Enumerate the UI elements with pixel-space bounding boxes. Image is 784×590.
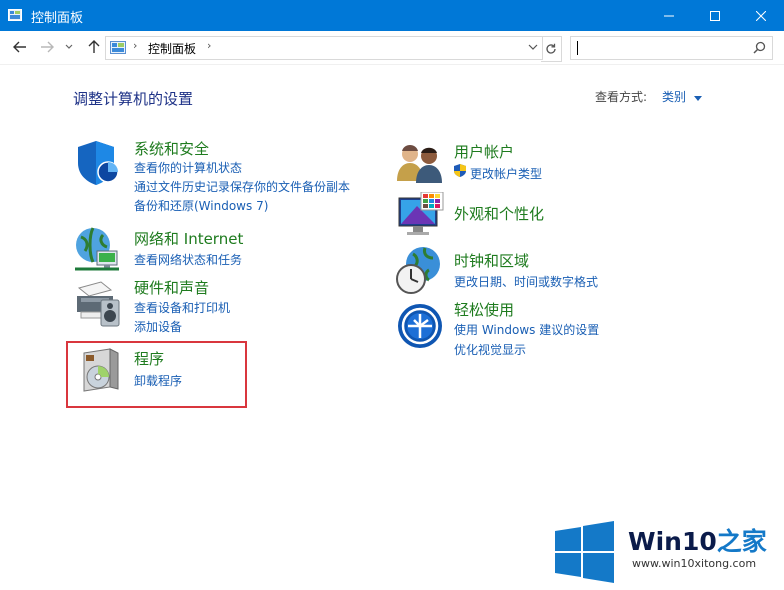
category-appearance-personalization[interactable]: 外观和个性化 — [454, 203, 544, 224]
dropdown-arrow-icon — [693, 96, 702, 101]
uac-shield-icon — [454, 164, 466, 177]
maximize-button[interactable] — [692, 0, 738, 31]
link-devices-printers[interactable]: 查看设备和打印机 — [134, 299, 230, 316]
search-icon — [753, 41, 766, 54]
minimize-icon — [664, 15, 674, 16]
link-add-device[interactable]: 添加设备 — [134, 318, 182, 335]
watermark-brand-suffix: 之家 — [716, 527, 767, 556]
back-button[interactable] — [10, 37, 30, 57]
view-by-dropdown[interactable]: 类别 — [662, 88, 702, 105]
view-by-value: 类别 — [662, 90, 687, 104]
category-system-security[interactable]: 系统和安全 — [134, 138, 209, 159]
watermark-brand: Win10之家 — [628, 522, 767, 558]
watermark-url: www.win10xitong.com — [632, 557, 757, 570]
category-network-internet[interactable]: 网络和 Internet — [134, 228, 243, 249]
users-icon — [397, 145, 442, 183]
link-change-account-type[interactable]: 更改帐户类型 — [470, 165, 542, 182]
view-by-label: 查看方式: — [595, 90, 648, 104]
link-view-computer-status[interactable]: 查看你的计算机状态 — [134, 159, 242, 176]
search-input[interactable] — [570, 36, 773, 60]
chevron-down-icon — [65, 44, 73, 49]
navigation-bar: › 控制面板 › — [0, 31, 784, 65]
link-file-history[interactable]: 通过文件历史记录保存你的文件备份副本 — [134, 178, 350, 195]
link-backup-restore[interactable]: 备份和还原(Windows 7) — [134, 197, 268, 214]
forward-arrow-icon — [41, 41, 54, 53]
close-icon — [756, 10, 766, 21]
printer-speaker-icon — [77, 281, 120, 327]
address-dropdown-icon[interactable] — [526, 39, 540, 55]
control-panel-icon — [8, 9, 22, 21]
address-bar[interactable]: › 控制面板 › — [105, 36, 543, 60]
category-user-accounts[interactable]: 用户帐户 — [454, 141, 514, 162]
back-arrow-icon — [13, 41, 26, 53]
window-title: 控制面板 — [31, 11, 84, 26]
title-bar: 控制面板 — [0, 0, 784, 31]
refresh-button[interactable] — [541, 36, 562, 62]
link-recommended-settings[interactable]: 使用 Windows 建议的设置 — [454, 321, 599, 338]
category-ease-of-access[interactable]: 轻松使用 — [454, 299, 514, 320]
network-globe-icon — [75, 227, 119, 271]
category-clock-region[interactable]: 时钟和区域 — [454, 250, 529, 271]
category-programs[interactable]: 程序 — [134, 348, 164, 369]
breadcrumb-separator[interactable]: › — [133, 39, 137, 52]
forward-button[interactable] — [37, 37, 57, 57]
programs-disc-icon — [83, 348, 119, 392]
category-hardware-sound[interactable]: 硬件和声音 — [134, 277, 209, 298]
text-caret — [577, 41, 578, 55]
link-uninstall-program[interactable]: 卸载程序 — [134, 372, 182, 389]
ease-of-access-icon — [398, 304, 442, 348]
monitor-palette-icon — [398, 192, 444, 235]
control-panel-icon — [110, 41, 126, 54]
page-heading: 调整计算机的设置 — [73, 90, 194, 108]
link-optimize-visual-display[interactable]: 优化视觉显示 — [454, 341, 526, 358]
breadcrumb-control-panel[interactable]: 控制面板 — [148, 40, 196, 57]
link-change-date-time-format[interactable]: 更改日期、时间或数字格式 — [454, 273, 598, 290]
up-button[interactable] — [84, 37, 104, 57]
link-network-status[interactable]: 查看网络状态和任务 — [134, 251, 242, 268]
minimize-button[interactable] — [646, 0, 692, 31]
refresh-icon — [546, 43, 556, 54]
close-button[interactable] — [738, 0, 784, 31]
breadcrumb-separator[interactable]: › — [207, 39, 211, 52]
maximize-icon — [710, 10, 720, 21]
recent-locations-button[interactable] — [62, 37, 76, 57]
watermark-brand-name: Win10 — [628, 527, 717, 556]
up-arrow-icon — [88, 40, 100, 53]
shield-icon — [78, 141, 119, 185]
clock-globe-icon — [396, 247, 440, 294]
